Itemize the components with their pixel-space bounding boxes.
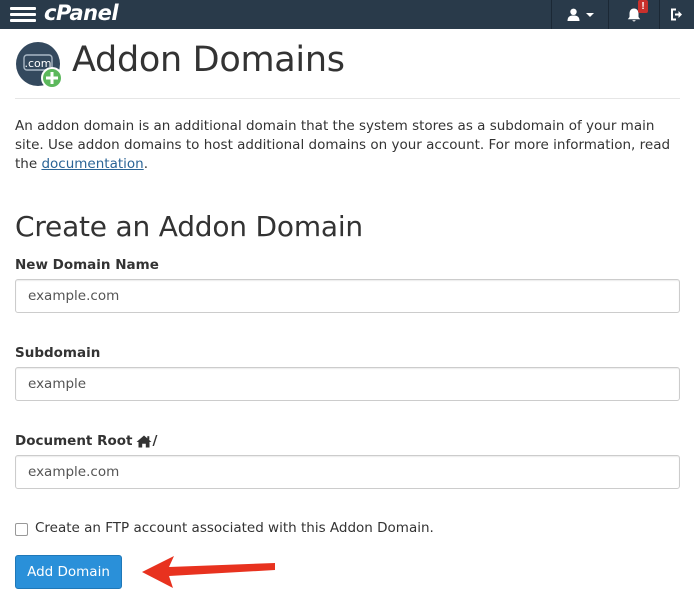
section-title: Create an Addon Domain [15,210,363,243]
ftp-account-checkbox[interactable] [15,523,28,536]
new-domain-label: New Domain Name [15,257,159,273]
subdomain-input[interactable] [15,367,680,401]
home-icon [136,435,152,447]
user-menu-button[interactable] [552,0,608,29]
ftp-account-checkbox-label[interactable]: Create an FTP account associated with th… [35,520,434,536]
header-divider [15,98,680,99]
documentation-link[interactable]: documentation [41,156,143,172]
cpanel-logo[interactable]: cPanel [44,1,119,25]
top-navbar: cPanel ! [0,0,694,29]
logout-button[interactable] [660,0,694,29]
new-domain-input[interactable] [15,279,680,313]
intro-paragraph: An addon domain is an additional domain … [15,117,680,174]
notifications-button[interactable] [609,0,659,29]
page-title: Addon Domains [72,40,345,80]
logout-icon [671,8,682,21]
annotation-arrow-icon [142,556,275,588]
notification-badge: ! [638,0,648,13]
document-root-input[interactable] [15,455,680,489]
document-root-label-text: Document Root [15,433,133,449]
chevron-down-icon [585,12,594,17]
add-domain-button[interactable]: Add Domain [15,555,122,589]
user-icon [567,8,579,21]
addon-domains-icon: .com [16,42,63,89]
document-root-label: Document Root / [15,433,157,449]
document-root-suffix: / [152,433,158,449]
intro-end: . [143,156,148,172]
menu-icon[interactable] [10,6,36,23]
subdomain-label: Subdomain [15,345,101,361]
